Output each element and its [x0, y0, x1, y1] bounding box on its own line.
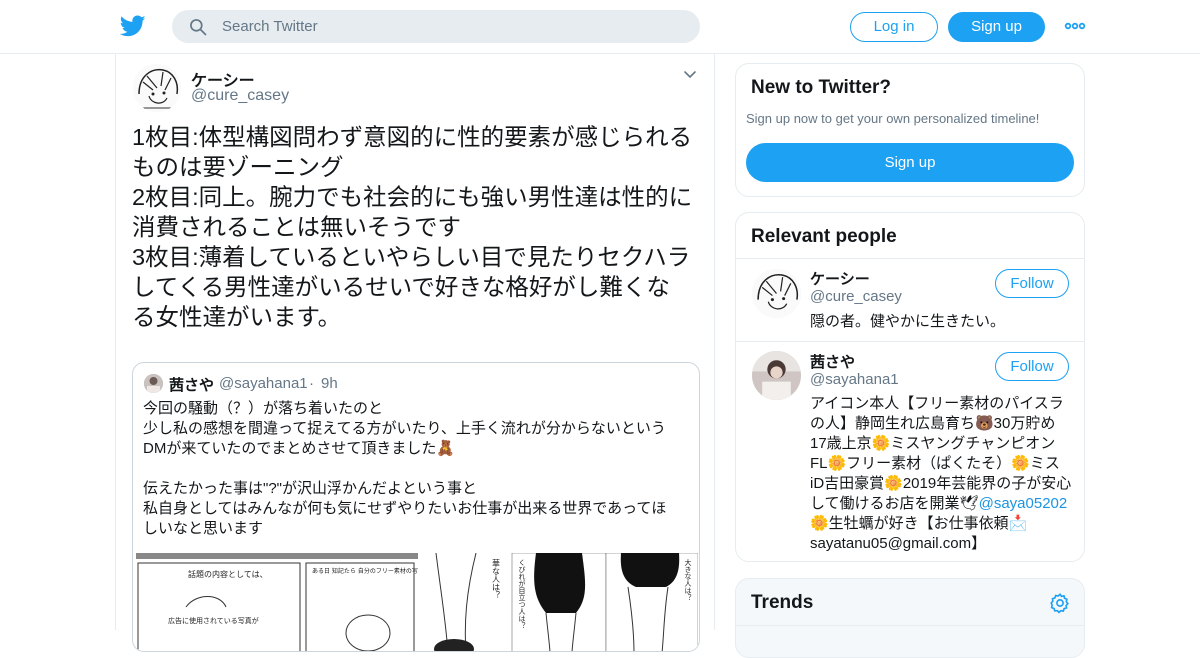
quoted-tweet-text: 今回の騒動（？）が落ち着いたのと 少し私の感想を間違って捉えてる方がいたり、上手… — [143, 400, 667, 537]
avatar-photo — [144, 374, 163, 393]
quoted-author-handle: @sayahana1 — [219, 375, 308, 392]
quoted-timestamp: 9h — [321, 375, 338, 392]
tweet-text: 1枚目:体型構図問わず意図的に性的要素が感じられる ものは要ゾーニング 2枚目:… — [132, 124, 693, 330]
avatar-drawing — [752, 269, 801, 318]
quoted-author-name: 茜さや — [169, 377, 215, 394]
manga-caption-4: 華な人は？ — [492, 558, 501, 599]
separator-dot: · — [309, 375, 314, 392]
manga-caption-1: 話題の内容としては、 — [188, 569, 268, 579]
new-to-twitter-title: New to Twitter? — [751, 77, 892, 98]
person-handle[interactable]: @cure_casey — [810, 288, 902, 305]
search-icon — [190, 19, 207, 36]
quoted-tweet-image[interactable]: 話題の内容としては、 ある日 知記たら 自分のフリー素材の写真を 話題にして使っ… — [136, 553, 698, 652]
manga-caption-6: 大きな人は？ — [684, 558, 692, 601]
tweet-author-handle[interactable]: @cure_casey — [191, 87, 289, 105]
person-handle[interactable]: @sayahana1 — [810, 371, 899, 388]
avatar-photo — [752, 351, 801, 400]
avatar-drawing — [133, 64, 181, 112]
new-to-twitter-card: New to Twitter? Sign up now to get your … — [735, 63, 1085, 197]
bio-mention-link[interactable]: @saya05202 — [979, 495, 1068, 512]
tweet-column: ケーシー @cure_casey 1枚目:体型構図問わず意図的に性的要素が感じら… — [115, 54, 715, 652]
quoted-author-avatar — [144, 374, 163, 393]
follow-button[interactable]: Follow — [995, 269, 1069, 298]
avatar[interactable] — [752, 269, 801, 318]
signup-button[interactable]: Sign up — [948, 12, 1045, 42]
divider — [736, 625, 1084, 626]
twitter-bird-icon[interactable] — [120, 13, 146, 39]
quoted-tweet[interactable]: 茜さや @sayahana1 · 9h 今回の騒動（？）が落ち着いたのと 少し私… — [132, 362, 700, 652]
sidebar-signup-button[interactable]: Sign up — [746, 143, 1074, 182]
gear-icon[interactable] — [1049, 592, 1071, 614]
trends-card: Trends — [735, 578, 1085, 658]
trends-title: Trends — [751, 592, 814, 613]
manga-caption-3: 広告に使用されている写真が — [168, 616, 259, 625]
avatar[interactable] — [133, 64, 181, 112]
top-navigation-bar: Search Twitter Log in Sign up — [0, 0, 1200, 54]
relevant-people-title: Relevant people — [751, 226, 897, 247]
avatar[interactable] — [752, 351, 801, 400]
person-bio: 隠の者。健やかに生きたい。 — [810, 313, 1006, 330]
more-dots-icon[interactable] — [1064, 17, 1086, 35]
person-name[interactable]: 茜さや — [810, 351, 855, 372]
person-bio: アイコン本人【フリー素材のパイスラの人】静岡生れ広島育ち🐻30万貯め17歳上京🌼… — [810, 394, 1072, 554]
person-item[interactable]: ケーシー @cure_casey Follow 隠の者。健やかに生きたい。 — [736, 259, 1084, 341]
new-to-twitter-subtitle: Sign up now to get your own personalized… — [746, 111, 1040, 126]
bio-text: 🌼生牡蠣が好き【お仕事依頼📩sayatanu05@gmail.com】 — [810, 515, 1028, 552]
login-button[interactable]: Log in — [850, 12, 938, 42]
search-input[interactable]: Search Twitter — [222, 18, 318, 35]
chevron-down-icon[interactable] — [682, 69, 698, 81]
manga-caption-5: くびれが目立つ人は？ — [518, 559, 526, 629]
person-item[interactable]: 茜さや @sayahana1 Follow アイコン本人【フリー素材のパイスラの… — [736, 342, 1084, 561]
person-name[interactable]: ケーシー — [810, 268, 870, 289]
relevant-people-card: Relevant people ケーシー @cure_casey Follow … — [735, 212, 1085, 562]
search-bar[interactable]: Search Twitter — [172, 10, 700, 43]
follow-button[interactable]: Follow — [995, 352, 1069, 381]
